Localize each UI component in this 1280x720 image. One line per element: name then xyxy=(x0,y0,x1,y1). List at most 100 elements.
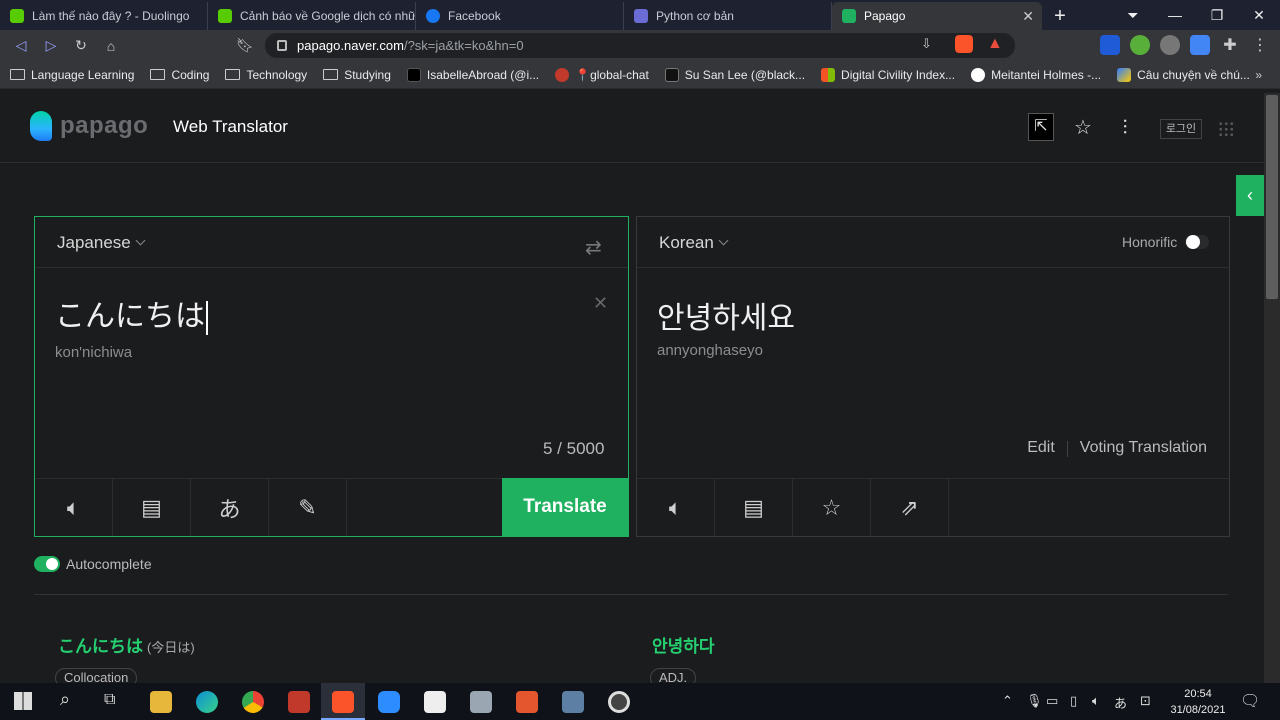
download-icon[interactable]: ⇩ xyxy=(921,36,932,52)
character-counter: 5 / 5000 xyxy=(543,439,605,458)
scrollbar-thumb[interactable] xyxy=(1266,95,1278,299)
close-window-icon[interactable]: ✕ xyxy=(1238,7,1280,24)
app-icon[interactable] xyxy=(288,691,310,713)
clear-text-icon[interactable]: ✕ xyxy=(593,293,608,314)
tab-python[interactable]: Python cơ bản xyxy=(624,2,832,30)
app-icon[interactable] xyxy=(562,691,584,713)
brave-icon[interactable] xyxy=(332,691,354,713)
side-panel-toggle[interactable]: ‹ xyxy=(1236,175,1264,216)
battery-icon[interactable]: ▯ xyxy=(1070,693,1077,709)
home-icon[interactable]: ⌂ xyxy=(96,38,126,54)
voting-translation-link[interactable]: Voting Translation xyxy=(1080,439,1207,457)
extensions-puzzle-icon[interactable]: ✚ xyxy=(1220,35,1240,55)
app-icon[interactable] xyxy=(516,691,538,713)
system-clock[interactable]: 20:54 31/08/2021 xyxy=(1168,686,1228,718)
ime-hiragana-icon[interactable]: あ xyxy=(1114,693,1127,712)
app-icon[interactable] xyxy=(608,691,630,713)
more-bookmarks-icon[interactable]: » xyxy=(1255,68,1262,82)
volume-icon[interactable]: 🔈︎ xyxy=(1092,693,1100,709)
bookmark-folder[interactable]: Studying xyxy=(323,68,391,82)
tab-title: Làm thế nào đây ? - Duolingo xyxy=(32,9,190,23)
toggle-switch[interactable] xyxy=(1185,235,1210,249)
new-tab-button[interactable]: + xyxy=(1042,2,1078,30)
bookmark-link[interactable]: Meitantei Holmes -... xyxy=(971,67,1101,82)
bookmark-folder[interactable]: Language Learning xyxy=(10,68,134,82)
task-view-icon[interactable]: ⧉ xyxy=(104,691,115,709)
google-icon xyxy=(971,67,986,82)
extension-icon[interactable] xyxy=(1160,35,1180,55)
open-external-icon[interactable]: ⇱ xyxy=(1028,113,1054,141)
bookmark-link[interactable]: 📍global-chat xyxy=(555,67,649,82)
hiragana-icon[interactable]: あ xyxy=(191,479,269,536)
source-text-input[interactable]: こんにちは xyxy=(55,291,208,335)
chevron-left-icon: ‹ xyxy=(1247,185,1253,205)
google-translate-extension-icon[interactable] xyxy=(1190,35,1210,55)
tab-duolingo[interactable]: Làm thế nào đây ? - Duolingo xyxy=(0,2,208,30)
dictionary-target-word[interactable]: 안녕하다 xyxy=(652,632,715,657)
bookmark-folder[interactable]: Coding xyxy=(150,68,209,82)
maximize-icon[interactable]: ❐ xyxy=(1196,7,1238,24)
discord-icon xyxy=(634,9,648,23)
extension-icon[interactable] xyxy=(1130,35,1150,55)
source-language-select[interactable]: Japanese xyxy=(57,233,146,253)
chevron-up-icon[interactable]: ⌃ xyxy=(1002,693,1013,709)
toggle-switch[interactable] xyxy=(34,556,60,572)
minimize-icon[interactable]: — xyxy=(1154,7,1196,23)
forward-icon[interactable]: ▷ xyxy=(36,37,66,54)
notification-icon[interactable]: 🗨︎ xyxy=(1240,691,1260,711)
autocomplete-toggle[interactable]: Autocomplete xyxy=(34,556,152,572)
url-input[interactable]: papago.naver.com/?sk=ja&tk=ko&hn=0 ⇩ ▲ xyxy=(265,33,1015,58)
network-icon[interactable]: ▭ xyxy=(1046,693,1058,709)
back-icon[interactable]: ◁ xyxy=(6,37,36,54)
bookmark-icon[interactable]: 🔖︎ xyxy=(230,37,260,54)
tab-facebook[interactable]: Facebook xyxy=(416,2,624,30)
apps-grid-icon[interactable] xyxy=(1218,121,1234,137)
extension-icon[interactable] xyxy=(1100,35,1120,55)
brave-rewards-icon[interactable]: ▲ xyxy=(987,35,1003,53)
edit-link[interactable]: Edit xyxy=(1027,439,1055,457)
handwriting-icon[interactable]: ✎ xyxy=(269,479,347,536)
menu-icon[interactable]: ⋮ xyxy=(1250,35,1270,55)
app-icon[interactable] xyxy=(470,691,492,713)
folder-icon xyxy=(150,69,166,80)
search-icon[interactable]: ⌕ xyxy=(60,689,70,710)
bookmark-link[interactable]: Digital Civility Index... xyxy=(821,67,955,82)
papago-logo[interactable]: papago xyxy=(30,111,148,141)
target-language-select[interactable]: Korean xyxy=(659,233,729,253)
edge-icon[interactable] xyxy=(196,691,218,713)
dictionary-source-word[interactable]: こんにちは (今日は) xyxy=(58,632,195,657)
reload-icon[interactable]: ↻ xyxy=(66,37,96,54)
tab-google-translate-article[interactable]: Cảnh báo về Google dịch có những xyxy=(208,2,416,30)
tab-title: Facebook xyxy=(448,9,501,23)
bookmark-folder[interactable]: Technology xyxy=(225,68,307,82)
microphone-icon[interactable]: 🎙︎ xyxy=(1026,693,1043,709)
bookmark-link[interactable]: Su San Lee (@black... xyxy=(664,67,805,82)
share-icon[interactable]: ⇗ xyxy=(871,479,949,536)
page-title: Web Translator xyxy=(173,117,288,136)
login-button[interactable]: 로그인 xyxy=(1160,119,1202,139)
page-scrollbar[interactable] xyxy=(1264,93,1280,683)
ime-mode-icon[interactable]: ⊡ xyxy=(1140,693,1151,709)
honorific-toggle[interactable]: Honorific xyxy=(1122,234,1210,250)
translation-actions: Edit Voting Translation xyxy=(1027,439,1207,457)
windows-start-icon[interactable] xyxy=(14,692,32,710)
swap-languages-icon[interactable]: ⇄ xyxy=(585,235,602,260)
file-explorer-icon[interactable] xyxy=(150,691,172,713)
speaker-icon[interactable]: 🔈︎ xyxy=(35,479,113,536)
settings-sliders-icon[interactable]: ⫶ xyxy=(1112,113,1138,143)
zoom-icon[interactable] xyxy=(378,691,400,713)
speaker-icon[interactable]: 🔈︎ xyxy=(637,479,715,536)
copy-icon[interactable]: ▤ xyxy=(113,479,191,536)
bookmark-link[interactable]: IsabelleAbroad (@i... xyxy=(406,67,539,82)
copy-icon[interactable]: ▤ xyxy=(715,479,793,536)
brave-shields-icon[interactable] xyxy=(955,35,973,53)
tab-papago[interactable]: Papago ✕ xyxy=(832,2,1042,30)
favorite-star-icon[interactable]: ☆ xyxy=(1070,113,1096,143)
chrome-icon[interactable] xyxy=(242,691,264,713)
bookmark-link[interactable]: Câu chuyện về chú... xyxy=(1117,67,1250,82)
favorite-star-icon[interactable]: ☆ xyxy=(793,479,871,536)
close-tab-icon[interactable]: ✕ xyxy=(1022,8,1034,25)
translate-button[interactable]: Translate xyxy=(502,478,628,536)
app-icon[interactable] xyxy=(424,691,446,713)
profile-menu-icon[interactable]: ⏷ xyxy=(1112,7,1154,24)
